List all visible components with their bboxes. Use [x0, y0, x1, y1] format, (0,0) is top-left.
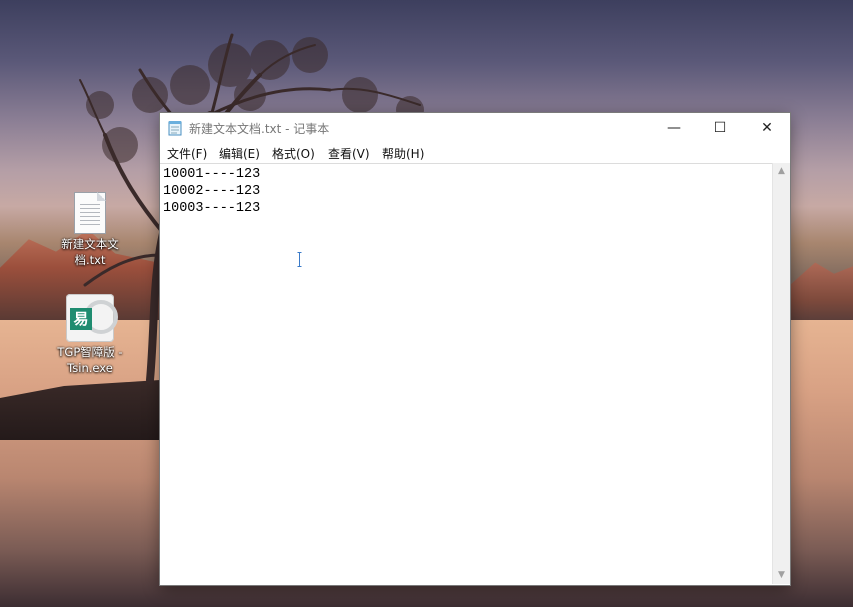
menu-edit[interactable]: 编辑(E) — [219, 145, 260, 162]
text-file-icon — [74, 192, 106, 234]
menu-bar: 文件(F) 编辑(E) 格式(O) 查看(V) 帮助(H) — [160, 143, 790, 163]
app-exe-icon: 易 — [66, 294, 118, 342]
text-editor-area[interactable]: 10001----123 10002----123 10003----123 — [160, 163, 772, 585]
close-button[interactable]: ✕ — [744, 113, 790, 143]
text-cursor-icon — [297, 252, 302, 267]
menu-format[interactable]: 格式(O) — [272, 145, 315, 162]
notepad-window: 新建文本文档.txt - 记事本 — ☐ ✕ 文件(F) 编辑(E) 格式(O)… — [160, 113, 790, 585]
menu-help[interactable]: 帮助(H) — [382, 145, 424, 162]
maximize-button[interactable]: ☐ — [697, 113, 743, 143]
scroll-up-icon[interactable]: ▲ — [773, 163, 790, 180]
title-bar[interactable]: 新建文本文档.txt - 记事本 — ☐ ✕ — [160, 113, 790, 143]
mountain-right — [790, 262, 853, 330]
notepad-icon — [168, 121, 182, 136]
window-title: 新建文本文档.txt - 记事本 — [189, 122, 330, 136]
text-line: 10001----123 — [163, 167, 261, 182]
minimize-button[interactable]: — — [651, 113, 697, 143]
vertical-scrollbar[interactable]: ▲ ▼ — [772, 163, 790, 584]
text-line: 10002----123 — [163, 184, 261, 199]
desktop-icon-text-file[interactable]: 新建文本文 档.txt — [54, 192, 126, 268]
text-line: 10003----123 — [163, 201, 261, 216]
desktop-icon-label: 新建文本文 档.txt — [61, 237, 119, 267]
menu-view[interactable]: 查看(V) — [328, 145, 370, 162]
scroll-down-icon[interactable]: ▼ — [773, 567, 790, 584]
desktop-icon-exe[interactable]: 易 TGP智障版 - Tsin.exe — [54, 294, 126, 376]
desktop-icon-label: TGP智障版 - Tsin.exe — [57, 345, 123, 375]
menu-file[interactable]: 文件(F) — [167, 145, 207, 162]
